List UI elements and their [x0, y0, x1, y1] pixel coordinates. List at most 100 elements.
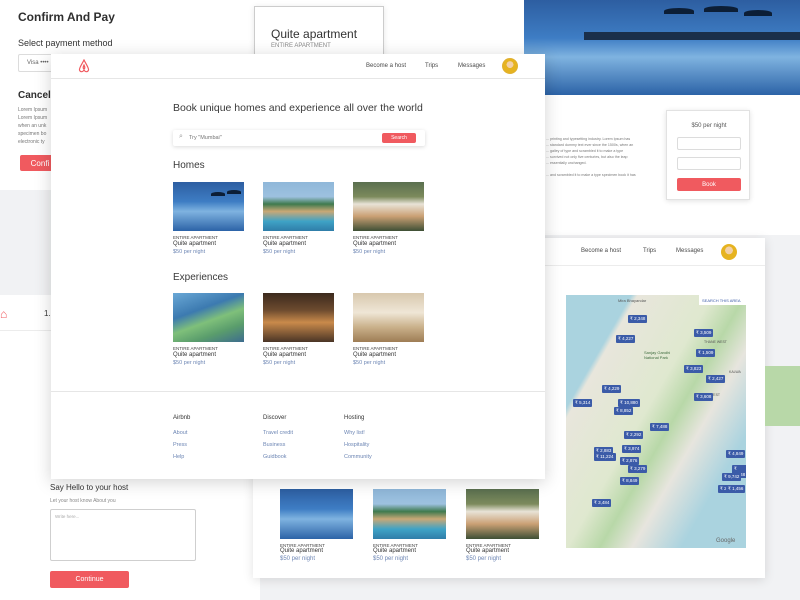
experiences-heading: Experiences	[173, 272, 229, 283]
umbrella-silhouette	[744, 10, 772, 16]
map-listing-image[interactable]	[280, 489, 353, 539]
footer-link-travel-credit[interactable]: Travel credit	[263, 430, 293, 436]
price-pin[interactable]: ₹ 3,823	[684, 365, 704, 373]
price-pin[interactable]: ₹ 4,227	[616, 335, 636, 343]
home-page: Become a host Trips Messages Book unique…	[51, 54, 545, 479]
airbnb-logo-icon[interactable]	[78, 58, 90, 73]
book-button[interactable]: Book	[677, 178, 741, 191]
map-listing-image[interactable]	[373, 489, 446, 539]
search-button[interactable]: Search	[382, 133, 416, 143]
price-pin[interactable]: ₹ 4,849	[726, 450, 746, 458]
map-nav-become-host[interactable]: Become a host	[581, 248, 621, 254]
experience-image[interactable]	[173, 293, 244, 342]
price-pin[interactable]: ₹ 8,852	[614, 407, 634, 415]
price-pin[interactable]: ₹ 8,849	[620, 477, 640, 485]
search-bar: ⌕ Search	[173, 130, 425, 146]
footer-heading: Airbnb	[173, 415, 191, 421]
home-type: ENTIRE APARTMENT	[173, 235, 218, 240]
home-type: ENTIRE APARTMENT	[353, 235, 398, 240]
footer-heading: Hosting	[344, 415, 365, 421]
price-pin[interactable]: ₹ 4,229	[602, 385, 622, 393]
price-pin[interactable]: ₹ 3,509	[694, 329, 714, 337]
home-image[interactable]	[173, 182, 244, 231]
nav-trips[interactable]: Trips	[425, 63, 438, 69]
search-input[interactable]	[189, 133, 379, 143]
map-listing-image[interactable]	[466, 489, 539, 539]
experience-name: Quite apartment	[173, 352, 217, 358]
guests-field[interactable]	[677, 157, 741, 170]
home-price: $50 per night	[263, 249, 296, 255]
experience-card[interactable]: ENTIRE APARTMENT Quite apartment $50 per…	[263, 346, 335, 366]
payment-method-value: Visa ••••	[27, 60, 49, 66]
experience-name: Quite apartment	[263, 352, 307, 358]
price-pin[interactable]: ₹ 7,488	[650, 423, 670, 431]
home-image[interactable]	[353, 182, 424, 231]
booking-price: $50 per night	[691, 123, 727, 129]
host-message-textarea[interactable]: Write here...	[50, 509, 196, 561]
experience-image[interactable]	[353, 293, 424, 342]
listing-name: Quite apartment	[373, 548, 417, 554]
listing-price: $50 per night	[280, 556, 316, 562]
price-pin[interactable]: ₹ 2,348	[628, 315, 648, 323]
home-image[interactable]	[263, 182, 334, 231]
home-card[interactable]: ENTIRE APARTMENT Quite apartment $50 per…	[263, 235, 335, 255]
footer-link-about[interactable]: About	[173, 430, 190, 436]
price-pin[interactable]: ₹ 2,427	[706, 375, 726, 383]
experience-type: ENTIRE APARTMENT	[263, 346, 308, 351]
checkin-field[interactable]	[677, 137, 741, 150]
price-pin[interactable]: ₹ 11,224	[594, 453, 616, 461]
experience-type: ENTIRE APARTMENT	[173, 346, 218, 351]
home-card[interactable]: ENTIRE APARTMENT Quite apartment $50 per…	[173, 235, 245, 255]
footer-link-help[interactable]: Help	[173, 454, 190, 460]
map-listing-card[interactable]: ENTIRE APARTMENT Quite apartment $50 per…	[466, 543, 539, 562]
confirm-pay-title: Confirm And Pay	[18, 10, 115, 24]
price-pin[interactable]: ₹ 2,292	[624, 431, 644, 439]
map-nav-avatar[interactable]	[721, 244, 737, 260]
hero-pool-image	[524, 0, 800, 95]
home-card[interactable]: ENTIRE APARTMENT Quite apartment $50 per…	[353, 235, 425, 255]
nav-become-host[interactable]: Become a host	[366, 63, 406, 69]
price-pin[interactable]: ₹ 9,742	[722, 473, 742, 481]
price-pin[interactable]: ₹ 3,279	[628, 465, 648, 473]
user-avatar[interactable]	[502, 58, 518, 74]
price-pin[interactable]: ₹ 3,484	[592, 499, 612, 507]
price-pin[interactable]: ₹ 3,608	[694, 393, 714, 401]
footer-link-guidebook[interactable]: Guidbook	[263, 454, 293, 460]
home-type: ENTIRE APARTMENT	[263, 235, 308, 240]
price-pin[interactable]: ₹ 3,974	[622, 445, 642, 453]
map-label: Mira Bhayandar	[618, 298, 647, 303]
cancellation-heading: Cancell	[18, 90, 54, 101]
map-nav-trips[interactable]: Trips	[643, 248, 656, 254]
price-pin[interactable]: ₹ 1,456	[726, 485, 746, 493]
experience-card[interactable]: ENTIRE APARTMENT Quite apartment $50 per…	[353, 346, 425, 366]
price-pin[interactable]: ₹ 1,509	[696, 349, 716, 357]
experience-price: $50 per night	[173, 360, 206, 366]
search-icon: ⌕	[179, 133, 183, 140]
footer-column-hosting: Hosting Why list! Hospitality Community	[344, 415, 372, 460]
footer-link-hospitality[interactable]: Hospitality	[344, 442, 372, 448]
experience-card[interactable]: ENTIRE APARTMENT Quite apartment $50 per…	[173, 346, 245, 366]
listing-name: Quite apartment	[280, 548, 324, 554]
footer-link-business[interactable]: Business	[263, 442, 293, 448]
map-nav-messages[interactable]: Messages	[676, 248, 703, 254]
header-divider	[51, 78, 545, 79]
price-pin[interactable]: ₹ 5,314	[573, 399, 593, 407]
umbrella-silhouette	[227, 190, 241, 194]
listings-map[interactable]: SEARCH THIS AREA Mira Bhayandar Sanjay G…	[566, 295, 746, 548]
nav-messages[interactable]: Messages	[458, 63, 485, 69]
price-pin[interactable]: ₹ 2,876	[620, 457, 640, 465]
footer-heading: Discover	[263, 415, 287, 421]
home-name: Quite apartment	[263, 241, 307, 247]
search-this-area-button[interactable]: SEARCH THIS AREA	[699, 295, 746, 305]
map-listing-card[interactable]: ENTIRE APARTMENT Quite apartment $50 per…	[373, 543, 446, 562]
footer-link-press[interactable]: Press	[173, 442, 190, 448]
footer-link-why-list[interactable]: Why list!	[344, 430, 372, 436]
footer-link-community[interactable]: Community	[344, 454, 372, 460]
continue-button[interactable]: Continue	[50, 571, 129, 588]
footer-column-discover: Discover Travel credit Business Guidbook	[263, 415, 293, 460]
experience-image[interactable]	[263, 293, 334, 342]
umbrella-silhouette	[704, 6, 738, 12]
map-listing-card[interactable]: ENTIRE APARTMENT Quite apartment $50 per…	[280, 543, 353, 562]
poolside-strip	[584, 32, 800, 40]
price-pin[interactable]: ₹ 10,880	[618, 399, 640, 407]
